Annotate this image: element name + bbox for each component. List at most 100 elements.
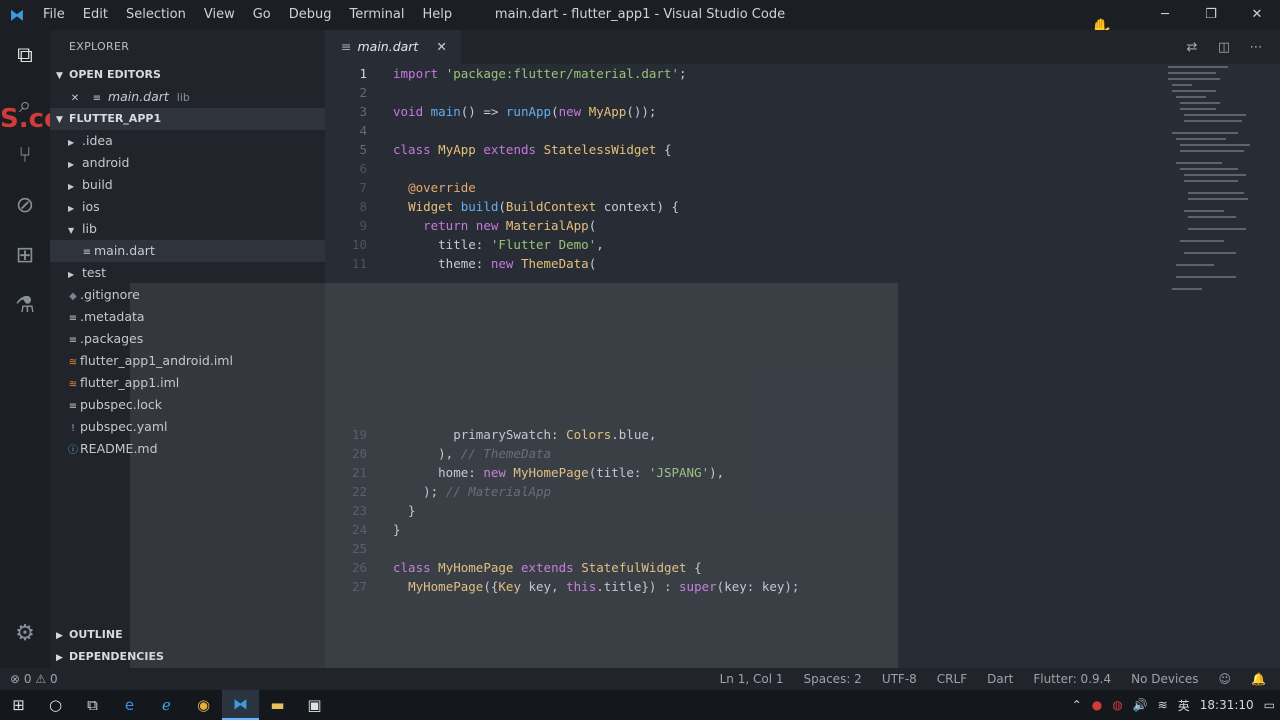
line-content: ), // ThemeData (393, 446, 552, 461)
open-editors-section[interactable]: ▼ OPEN EDITORS (50, 64, 325, 86)
exclamation-icon: ! (70, 423, 75, 434)
open-editors-label: OPEN EDITORS (69, 68, 161, 81)
tree-item-test[interactable]: ▶ test (50, 262, 325, 284)
outline-section[interactable]: ▶ OUTLINE (50, 624, 325, 646)
tree-item-gitignore[interactable]: ◆ .gitignore (50, 284, 325, 306)
debug-icon[interactable]: ⊘ (0, 180, 50, 230)
record-icon[interactable]: ● (1092, 698, 1102, 712)
tree-item-pubspec-lock[interactable]: ≡ pubspec.lock (50, 394, 325, 416)
close-icon[interactable]: ✕ (436, 30, 446, 64)
line-number: 4 (359, 123, 367, 138)
menu-view[interactable]: View (195, 0, 244, 30)
cortana-circle-icon[interactable]: ○ (37, 690, 74, 720)
close-icon[interactable]: ✕ (68, 88, 82, 110)
warning-count: 0 (49, 672, 58, 686)
open-editor-hint: lib (176, 91, 190, 104)
menu-edit[interactable]: Edit (74, 0, 117, 30)
line-content: @override (408, 180, 476, 195)
tree-item-ios[interactable]: ▶ ios (50, 196, 325, 218)
chevron-up-icon[interactable]: ⌃ (1072, 698, 1082, 712)
open-editor-item[interactable]: ✕ ≡ main.dart lib (50, 86, 325, 108)
ime-indicator[interactable]: 英 (1178, 697, 1190, 714)
flutter-version[interactable]: Flutter: 0.9.4 (1033, 672, 1111, 686)
wifi-icon[interactable]: ≋ (1158, 698, 1168, 712)
vscode-taskbar-icon[interactable]: ⧓ (222, 690, 259, 720)
minimize-icon[interactable]: ─ (1142, 0, 1188, 30)
tree-item-iml[interactable]: ≋ flutter_app1.iml (50, 372, 325, 394)
menu-selection[interactable]: Selection (117, 0, 195, 30)
netease-icon[interactable]: ◍ (1112, 698, 1122, 712)
tab-main-dart[interactable]: ≡ main.dart ✕ (325, 30, 461, 64)
tree-item-main-dart[interactable]: ≡ main.dart (50, 240, 325, 262)
tree-item-label: flutter_app1.iml (80, 375, 180, 390)
explorer-sidebar: EXPLORER ▼ OPEN EDITORS ✕ ≡ main.dart lib… (50, 30, 325, 668)
indentation[interactable]: Spaces: 2 (804, 672, 862, 686)
project-label: FLUTTER_APP1 (69, 112, 162, 125)
line-content: primarySwatch: Colors.blue, (393, 427, 657, 442)
status-bar: ⊗ 0 ⚠ 0 Ln 1, Col 1 Spaces: 2 UTF-8 CRLF… (0, 668, 1280, 690)
chrome-icon[interactable]: ◉ (185, 690, 222, 720)
tree-item-build[interactable]: ▶ build (50, 174, 325, 196)
bell-icon[interactable]: 🔔 (1251, 672, 1266, 686)
encoding[interactable]: UTF-8 (882, 672, 917, 686)
device-selector[interactable]: No Devices (1131, 672, 1198, 686)
line-content: class MyApp extends StatelessWidget { (393, 142, 672, 157)
cursor-position[interactable]: Ln 1, Col 1 (720, 672, 784, 686)
tree-item-pubspec-yaml[interactable]: ! pubspec.yaml (50, 416, 325, 438)
tree-item-metadata[interactable]: ≡ .metadata (50, 306, 325, 328)
line-content: return new MaterialApp( (423, 218, 597, 233)
gear-icon[interactable]: ⚙ (0, 608, 50, 658)
warning-icon: ⚠ (35, 672, 47, 686)
line-number: 9 (359, 218, 367, 233)
tree-item-packages[interactable]: ≡ .packages (50, 328, 325, 350)
menu-file[interactable]: File (34, 0, 74, 30)
title-bar: ⧓ File Edit Selection View Go Debug Term… (0, 0, 1280, 30)
more-icon[interactable]: ⋯ (1240, 40, 1272, 55)
clock[interactable]: 18:31:10 (1200, 698, 1254, 712)
extensions-icon[interactable]: ⊞ (0, 230, 50, 280)
line-content: ); // MaterialApp (393, 484, 552, 499)
explorer-icon[interactable]: ⧉ (0, 30, 50, 80)
line-number: 21 (351, 465, 367, 480)
system-tray: ⌃ ● ◍ 🔊 ≋ 英 18:31:10 ▭ (1067, 690, 1280, 720)
volume-icon[interactable]: 🔊 (1133, 698, 1148, 712)
menu-help[interactable]: Help (413, 0, 461, 30)
line-number: 11 (351, 256, 367, 271)
close-icon[interactable]: ✕ (1234, 0, 1280, 30)
folder-icon[interactable]: ▬ (259, 690, 296, 720)
tree-item-android-iml[interactable]: ≋ flutter_app1_android.iml (50, 350, 325, 372)
language-mode[interactable]: Dart (987, 672, 1013, 686)
tree-item-label: .packages (80, 331, 144, 346)
tree-item-idea[interactable]: ▶ .idea (50, 130, 325, 152)
windows-start-icon[interactable]: ⊞ (0, 690, 37, 720)
chevron-right-icon: ▶ (68, 138, 75, 147)
dependencies-section[interactable]: ▶ DEPENDENCIES (50, 646, 325, 668)
line-content: import 'package:flutter/material.dart'; (393, 66, 687, 81)
feedback-smiley-icon[interactable]: ☺ (1219, 672, 1232, 686)
tree-item-readme[interactable]: ⓘ README.md (50, 438, 325, 460)
tree-item-lib[interactable]: ▼ lib (50, 218, 325, 240)
minimap[interactable] (1168, 64, 1250, 294)
project-section[interactable]: ▼ FLUTTER_APP1 (50, 108, 325, 130)
task-view-icon[interactable]: ⧉ (74, 690, 111, 720)
app-window-icon[interactable]: ▣ (296, 690, 333, 720)
split-editor-icon[interactable]: ◫ (1208, 40, 1240, 55)
line-number: 19 (351, 427, 367, 442)
tree-item-label: .idea (82, 133, 113, 148)
source-control-icon[interactable]: ⑂ (0, 130, 50, 180)
menu-terminal[interactable]: Terminal (341, 0, 414, 30)
line-number: 5 (359, 142, 367, 157)
menu-debug[interactable]: Debug (280, 0, 341, 30)
menu-go[interactable]: Go (244, 0, 280, 30)
restore-icon[interactable]: ❐ (1188, 0, 1234, 30)
chevron-right-icon: ▶ (56, 631, 63, 641)
line-content: theme: new ThemeData( (393, 256, 597, 271)
ie-browser-icon[interactable]: ℯ (148, 690, 185, 720)
line-ending[interactable]: CRLF (937, 672, 967, 686)
open-changes-icon[interactable]: ⇄ (1176, 40, 1208, 55)
test-flask-icon[interactable]: ⚗ (0, 280, 50, 330)
tree-item-android[interactable]: ▶ android (50, 152, 325, 174)
edge-browser-icon[interactable]: e (111, 690, 148, 720)
notification-icon[interactable]: ▭ (1264, 698, 1275, 712)
problems-indicator[interactable]: ⊗ 0 ⚠ 0 (10, 672, 58, 686)
